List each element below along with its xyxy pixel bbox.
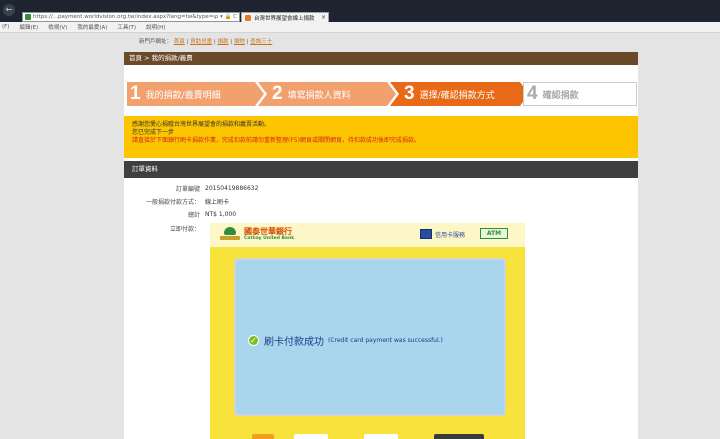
lock-icon bbox=[25, 14, 31, 20]
keypad-key[interactable] bbox=[252, 434, 274, 439]
cathay-bank-logo-icon bbox=[220, 227, 240, 241]
payment-method-label: 一般捐款付款方式： bbox=[145, 198, 200, 206]
step-1: 1 我的捐款/義賣明細 bbox=[127, 82, 264, 106]
step-1-label: 我的捐款/義賣明細 bbox=[145, 90, 221, 101]
favicon bbox=[245, 14, 251, 21]
close-icon[interactable]: × bbox=[321, 14, 326, 21]
menu-help[interactable]: 說明(H) bbox=[146, 23, 165, 31]
pay-now-label: 立即付款： bbox=[169, 225, 200, 233]
address-url[interactable]: https://...payment.worldvision.org.tw/in… bbox=[33, 14, 215, 20]
site-link-goods[interactable]: 捐物 bbox=[234, 39, 245, 45]
bank-keypad-row bbox=[238, 434, 498, 439]
keypad-key[interactable] bbox=[434, 434, 484, 439]
order-row-total: 總計 NT$ 1,000 bbox=[124, 208, 638, 220]
step-2: 2 填寫捐款人資料 bbox=[258, 82, 396, 106]
bank-header: 國泰世華銀行 Cathay United Bank 信用卡服務 ATM bbox=[210, 223, 525, 247]
order-row-number: 訂單編號 20150419886632 bbox=[124, 182, 638, 194]
menu-bar: (F) 編輯(E) 檢視(V) 我的最愛(A) 工具(T) 說明(H) bbox=[0, 22, 720, 33]
order-section-header: 訂單資料 bbox=[124, 161, 638, 178]
card-service-link[interactable]: 信用卡服務 bbox=[435, 230, 465, 239]
step-4-label: 確認捐款 bbox=[542, 90, 579, 101]
menu-tools[interactable]: 工具(T) bbox=[117, 23, 136, 31]
site-link-donate[interactable]: 捐款 bbox=[218, 39, 229, 45]
step-4-number: 4 bbox=[527, 83, 538, 104]
menu-edit[interactable]: 編輯(E) bbox=[19, 23, 38, 31]
step-3-current: 3 選擇/確認捐款方式 bbox=[390, 82, 529, 106]
notice-line-2: 您已完成下一步 bbox=[132, 129, 175, 136]
notice-warning: 請直接於下面銀行刷卡捐款作業，完成扣款前請勿重新整理(F5)網頁或關閉網頁，待扣… bbox=[132, 137, 420, 144]
site-links: 新門戶網址： 首頁 | 資助兒童 | 捐款 | 捐物 | 查詢三十 bbox=[139, 39, 273, 45]
site-link-sponsor[interactable]: 資助兒童 bbox=[190, 39, 212, 45]
step-3-label: 選擇/確認捐款方式 bbox=[419, 90, 495, 101]
step-4: 4 確認捐款 bbox=[523, 82, 637, 106]
atm-icon[interactable]: ATM bbox=[480, 228, 508, 239]
site-link-query[interactable]: 查詢三十 bbox=[250, 39, 272, 45]
card-service-icon bbox=[420, 229, 432, 239]
total-value: NT$ 1,000 bbox=[205, 210, 237, 218]
notice-line-1: 感謝您愛心捐贈台灣世界展望會的捐款和義賣活動。 bbox=[132, 121, 271, 128]
keypad-key[interactable] bbox=[364, 434, 398, 439]
address-tools[interactable]: ρ ▾ 🔒 C bbox=[215, 14, 237, 20]
menu-favorites[interactable]: 我的最愛(A) bbox=[77, 23, 107, 31]
menu-file[interactable]: (F) bbox=[2, 24, 9, 30]
success-text-en: (Credit card payment was successful.) bbox=[328, 337, 443, 344]
forward-icon[interactable] bbox=[3, 10, 15, 22]
bank-payment-frame: 國泰世華銀行 Cathay United Bank 信用卡服務 ATM ✓ 刷卡… bbox=[210, 223, 525, 439]
order-number-label: 訂單編號 bbox=[175, 185, 200, 193]
progress-steps: 1 我的捐款/義賣明細 2 填寫捐款人資料 3 選擇/確認捐款方式 4 確認捐款 bbox=[127, 82, 638, 106]
step-1-number: 1 bbox=[130, 83, 141, 104]
site-links-label: 新門戶網址： bbox=[139, 39, 173, 45]
success-text-zh: 刷卡付款成功 bbox=[264, 337, 324, 348]
payment-result-screen: ✓ 刷卡付款成功 (Credit card payment was succes… bbox=[234, 258, 506, 416]
site-link-home[interactable]: 首頁 bbox=[174, 39, 185, 45]
page-body: 新門戶網址： 首頁 | 資助兒童 | 捐款 | 捐物 | 查詢三十 首頁 > 我… bbox=[0, 34, 720, 439]
browser-titlebar: ← https://...payment.worldvision.org.tw/… bbox=[0, 0, 720, 22]
step-2-number: 2 bbox=[272, 83, 283, 104]
browser-tab[interactable]: 台灣世界展望會線上捐款 × bbox=[241, 12, 329, 22]
keypad-key[interactable] bbox=[294, 434, 328, 439]
payment-method-value: 線上刷卡 bbox=[205, 198, 230, 206]
order-number-value: 20150419886632 bbox=[205, 184, 259, 192]
tab-title: 台灣世界展望會線上捐款 bbox=[254, 15, 315, 22]
address-bar[interactable]: https://...payment.worldvision.org.tw/in… bbox=[22, 12, 240, 22]
main-container: 首頁 > 我的捐款/義賣 1 我的捐款/義賣明細 2 填寫捐款人資料 3 選擇/… bbox=[124, 52, 638, 439]
menu-view[interactable]: 檢視(V) bbox=[48, 23, 67, 31]
payment-success-message: ✓ 刷卡付款成功 (Credit card payment was succes… bbox=[248, 333, 443, 348]
notice-box: 感謝您愛心捐贈台灣世界展望會的捐款和義賣活動。 您已完成下一步 請直接於下面銀行… bbox=[124, 116, 638, 158]
step-2-label: 填寫捐款人資料 bbox=[287, 90, 351, 101]
check-icon: ✓ bbox=[248, 335, 259, 346]
step-3-number: 3 bbox=[404, 83, 415, 104]
order-row-method: 一般捐款付款方式： 線上刷卡 bbox=[124, 195, 638, 207]
bank-name-en: Cathay United Bank bbox=[244, 236, 295, 241]
total-label: 總計 bbox=[187, 211, 200, 219]
breadcrumb: 首頁 > 我的捐款/義賣 bbox=[124, 52, 638, 65]
